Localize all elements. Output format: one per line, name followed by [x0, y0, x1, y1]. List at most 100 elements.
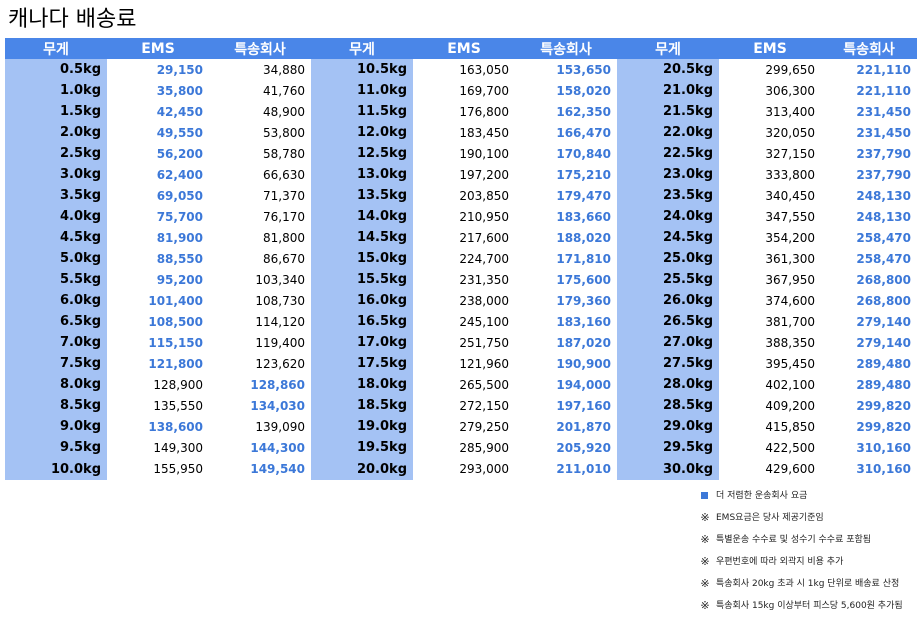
ems-cell: 272,150 — [459, 398, 509, 413]
table-header-row: 무게 EMS 특송회사 무게 EMS 특송회사 무게 EMS 특송회사 — [5, 38, 917, 59]
ems-cell: 197,200 — [459, 167, 509, 182]
ems-cell: 121,800 — [148, 356, 203, 371]
weight-cell: 13.0kg — [311, 164, 413, 185]
table-row: 5.0kg 88,550 86,670 15.0kg 224,700 171,810 25.… — [5, 248, 917, 269]
courier-cell: 221,110 — [856, 83, 911, 98]
ems-cell: 285,900 — [459, 440, 509, 455]
weight-cell: 7.5kg — [5, 353, 107, 374]
table-row: 4.0kg 75,700 76,170 14.0kg 210,950 183,660 24.… — [5, 206, 917, 227]
ems-cell: 224,700 — [459, 251, 509, 266]
courier-cell: 188,020 — [556, 230, 611, 245]
weight-cell: 29.5kg — [617, 437, 719, 458]
column-header-ems: EMS — [413, 38, 515, 59]
reference-mark-icon: ※ — [700, 533, 710, 546]
note-text: 우편번호에 따라 외곽지 비용 추가 — [716, 557, 844, 567]
weight-cell: 21.5kg — [617, 101, 719, 122]
weight-cell: 22.0kg — [617, 122, 719, 143]
courier-cell: 179,470 — [556, 188, 611, 203]
weight-cell: 16.0kg — [311, 290, 413, 311]
weight-cell: 14.5kg — [311, 227, 413, 248]
reference-mark-icon: ※ — [700, 599, 710, 612]
courier-cell: 48,900 — [263, 104, 305, 119]
courier-cell: 211,010 — [556, 462, 611, 476]
ems-cell: 155,950 — [153, 462, 203, 476]
table-row: 6.5kg 108,500 114,120 16.5kg 245,100 183,160 2… — [5, 311, 917, 332]
note-item: ※ EMS요금은 당사 제공기준임 — [698, 510, 920, 526]
courier-cell: 34,880 — [263, 62, 305, 77]
courier-cell: 114,120 — [255, 314, 305, 329]
courier-cell: 299,820 — [856, 398, 911, 413]
courier-cell: 231,450 — [856, 104, 911, 119]
note-item: 더 저렴한 운송회사 요금 — [698, 488, 920, 504]
ems-cell: 361,300 — [765, 251, 815, 266]
weight-cell: 19.5kg — [311, 437, 413, 458]
weight-cell: 28.0kg — [617, 374, 719, 395]
ems-cell: 231,350 — [459, 272, 509, 287]
page-title: 캐나다 배송료 — [8, 7, 137, 32]
courier-cell: 119,400 — [255, 335, 305, 350]
weight-cell: 11.5kg — [311, 101, 413, 122]
ems-cell: 49,550 — [156, 125, 203, 140]
column-header-ems: EMS — [107, 38, 209, 59]
table-row: 7.0kg 115,150 119,400 17.0kg 251,750 187,020 2… — [5, 332, 917, 353]
ems-cell: 29,150 — [156, 62, 203, 77]
courier-cell: 248,130 — [856, 209, 911, 224]
ems-cell: 149,300 — [153, 440, 203, 455]
courier-cell: 108,730 — [255, 293, 305, 308]
note-text: 더 저렴한 운송회사 요금 — [716, 491, 808, 501]
column-header-courier: 특송회사 — [209, 38, 311, 59]
table-row: 4.5kg 81,900 81,800 14.5kg 217,600 188,020 24.… — [5, 227, 917, 248]
weight-cell: 28.5kg — [617, 395, 719, 416]
courier-cell: 58,780 — [263, 146, 305, 161]
courier-cell: 175,600 — [556, 272, 611, 287]
ems-cell: 251,750 — [459, 335, 509, 350]
courier-cell: 299,820 — [856, 419, 911, 434]
ems-cell: 327,150 — [765, 146, 815, 161]
weight-cell: 1.5kg — [5, 101, 107, 122]
note-text: 특송회사 15kg 이상부터 피스당 5,600원 추가됨 — [716, 601, 903, 611]
ems-cell: 347,550 — [765, 209, 815, 224]
courier-cell: 221,110 — [856, 62, 911, 77]
courier-cell: 179,360 — [556, 293, 611, 308]
table-row: 7.5kg 121,800 123,620 17.5kg 121,960 190,900 2… — [5, 353, 917, 374]
note-item: ※ 특송회사 15kg 이상부터 피스당 5,600원 추가됨 — [698, 598, 920, 614]
weight-cell: 6.5kg — [5, 311, 107, 332]
weight-cell: 20.0kg — [311, 458, 413, 480]
courier-cell: 149,540 — [250, 462, 305, 476]
note-text: 특별운송 수수료 및 성수기 수수료 포함됨 — [716, 535, 872, 545]
weight-cell: 15.0kg — [311, 248, 413, 269]
weight-cell: 16.5kg — [311, 311, 413, 332]
ems-cell: 183,450 — [459, 125, 509, 140]
ems-cell: 176,800 — [459, 104, 509, 119]
reference-mark-icon: ※ — [700, 577, 710, 590]
courier-cell: 187,020 — [556, 335, 611, 350]
weight-cell: 9.5kg — [5, 437, 107, 458]
courier-cell: 268,800 — [856, 293, 911, 308]
ems-cell: 135,550 — [153, 398, 203, 413]
courier-cell: 76,170 — [263, 209, 305, 224]
note-item: ※ 특송회사 20kg 초과 시 1kg 단위로 배송료 산정 — [698, 576, 920, 592]
weight-cell: 10.5kg — [311, 59, 413, 80]
courier-cell: 258,470 — [856, 251, 911, 266]
ems-cell: 402,100 — [765, 377, 815, 392]
ems-cell: 340,450 — [765, 188, 815, 203]
weight-cell: 3.5kg — [5, 185, 107, 206]
shipping-rate-table: 무게 EMS 특송회사 무게 EMS 특송회사 무게 EMS 특송회사 0.5k… — [5, 38, 917, 480]
table-row: 3.5kg 69,050 71,370 13.5kg 203,850 179,470 23.… — [5, 185, 917, 206]
table-row: 0.5kg 29,150 34,880 10.5kg 163,050 153,650 20.… — [5, 59, 917, 80]
weight-cell: 29.0kg — [617, 416, 719, 437]
weight-cell: 0.5kg — [5, 59, 107, 80]
courier-cell: 162,350 — [556, 104, 611, 119]
column-header-ems: EMS — [719, 38, 821, 59]
ems-cell: 422,500 — [765, 440, 815, 455]
weight-cell: 26.0kg — [617, 290, 719, 311]
courier-cell: 237,790 — [856, 167, 911, 182]
ems-cell: 121,960 — [459, 356, 509, 371]
weight-cell: 11.0kg — [311, 80, 413, 101]
courier-cell: 248,130 — [856, 188, 911, 203]
legend-notes: 더 저렴한 운송회사 요금 ※ EMS요금은 당사 제공기준임 ※ 특별운송 수… — [698, 488, 920, 620]
weight-cell: 27.0kg — [617, 332, 719, 353]
table-row: 9.0kg 138,600 139,090 19.0kg 279,250 201,870 2… — [5, 416, 917, 437]
weight-cell: 19.0kg — [311, 416, 413, 437]
ems-cell: 388,350 — [765, 335, 815, 350]
